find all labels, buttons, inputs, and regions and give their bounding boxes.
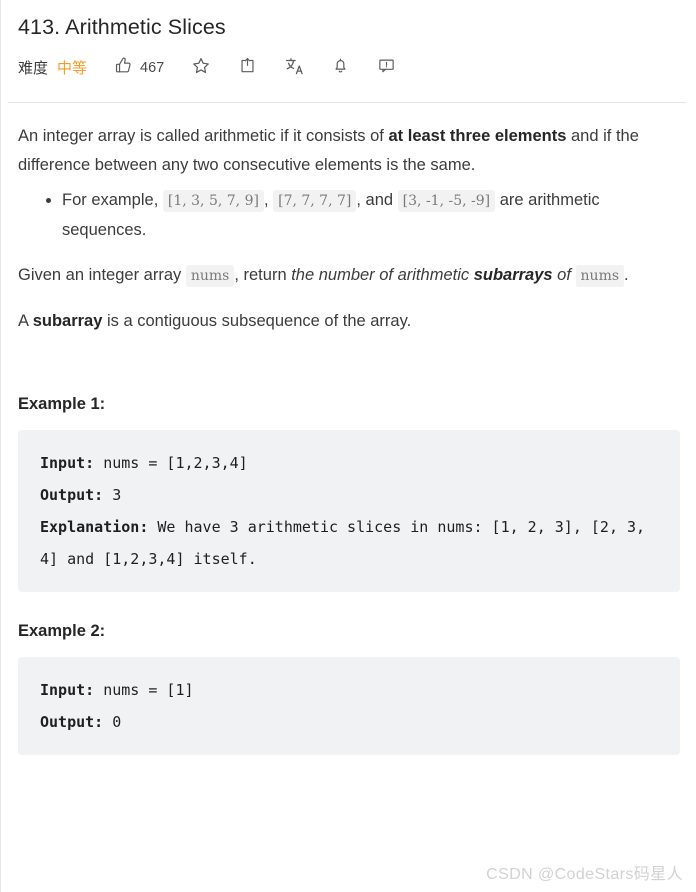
thumbs-up-icon: [114, 56, 133, 80]
code-nums-2: nums: [575, 265, 625, 287]
example-sequences-list: For example, [1, 3, 5, 7, 9], [7, 7, 7, …: [18, 186, 680, 245]
example-1-heading: Example 1:: [18, 395, 106, 413]
favorite-button[interactable]: [191, 56, 211, 81]
example-2-line-0-key: Input:: [40, 681, 95, 699]
code-sequence-2: [7, 7, 7, 7]: [273, 190, 357, 212]
like-button[interactable]: 467: [114, 56, 164, 80]
desc-p2-text-2: , return: [234, 266, 292, 284]
page-title: 413. Arithmetic Slices: [18, 15, 226, 39]
desc-p3-bold: subarray: [32, 312, 103, 330]
example-2-heading: Example 2:: [18, 622, 106, 640]
feedback-button[interactable]: [377, 56, 396, 80]
share-icon: [238, 56, 257, 80]
bell-icon: [331, 56, 350, 80]
example-2-code-block: Input: nums = [1] Output: 0: [18, 657, 680, 755]
problem-content: An integer array is called arithmetic if…: [1, 103, 696, 755]
desc-p2-italic-1: the number of arithmetic: [291, 266, 474, 284]
description-paragraph-2: Given an integer array nums, return the …: [18, 245, 680, 291]
example-1-line-1-value: 3: [103, 486, 122, 504]
desc-p1-bold: at least three elements: [388, 127, 567, 145]
share-button[interactable]: [238, 56, 257, 80]
notification-button[interactable]: [331, 56, 350, 80]
problem-meta-row: 难度 中等 467: [1, 42, 696, 85]
example-2-line-0-value: nums = [1]: [94, 681, 194, 699]
csdn-watermark: CSDN @CodeStars码星人: [486, 866, 683, 883]
desc-p2-bolditalic: subarrays: [473, 266, 553, 284]
desc-p2-text-1: Given an integer array: [18, 266, 186, 284]
desc-p2-italic-2: of: [552, 266, 576, 284]
code-sequence-3: [3, -1, -5, -9]: [397, 190, 496, 212]
like-count: 467: [140, 59, 165, 76]
bullet-separator-1: ,: [263, 191, 274, 209]
difficulty-label: 难度: [18, 59, 49, 77]
difficulty-value: 中等: [57, 59, 88, 77]
example-1-line-0-key: Input:: [40, 454, 95, 472]
example-1-line-0-value: nums = [1,2,3,4]: [94, 454, 248, 472]
bullet-lead-text: For example,: [62, 191, 163, 209]
feedback-icon: [377, 56, 396, 80]
example-2-line-1-key: Output:: [40, 713, 104, 731]
code-sequence-1: [1, 3, 5, 7, 9]: [162, 190, 264, 212]
desc-p3-text-1: A: [18, 312, 33, 330]
example-1-code-block: Input: nums = [1,2,3,4] Output: 3 Explan…: [18, 430, 680, 592]
desc-p1-text-1: An integer array is called arithmetic if…: [18, 127, 389, 145]
bullet-separator-2: , and: [356, 191, 398, 209]
translate-button[interactable]: [284, 56, 304, 81]
example-2-line-1-value: 0: [103, 713, 122, 731]
description-paragraph-1: An integer array is called arithmetic if…: [18, 103, 680, 180]
desc-p2-text-3: .: [624, 266, 629, 284]
description-paragraph-3: A subarray is a contiguous subsequence o…: [18, 291, 680, 336]
example-1-line-2-key: Explanation:: [40, 518, 149, 536]
star-icon: [191, 56, 211, 81]
code-nums-1: nums: [185, 265, 235, 287]
desc-p3-text-2: is a contiguous subsequence of the array…: [102, 312, 412, 330]
translate-icon: [284, 56, 304, 81]
problem-page: 413. Arithmetic Slices 难度 中等 467 An inte…: [0, 0, 696, 892]
example-1-line-1-key: Output:: [40, 486, 104, 504]
list-item: For example, [1, 3, 5, 7, 9], [7, 7, 7, …: [46, 186, 680, 245]
